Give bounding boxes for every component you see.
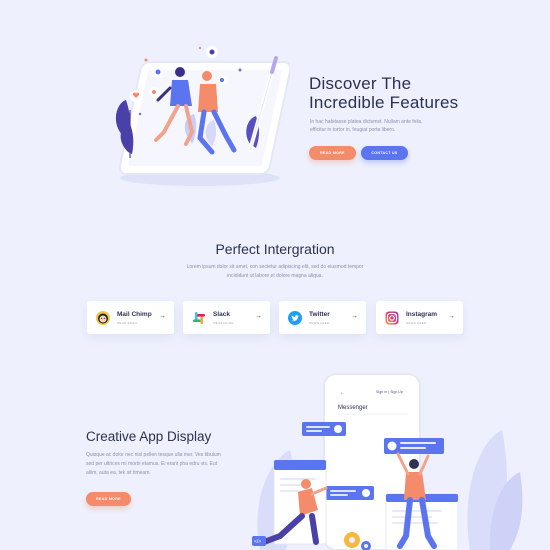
arrow-right-icon[interactable]: → — [255, 313, 262, 320]
integration-card-instagram[interactable]: Instagram NEWS FEED → — [376, 301, 463, 334]
integration-card-mailchimp[interactable]: Mail Chimp SEND EMAIL → — [87, 301, 174, 334]
app-desc-line2: sed per ultrices mi morbi etamus. Ei era… — [86, 461, 218, 467]
twitter-icon — [288, 311, 302, 325]
app-desc-line3: aliim, auta ea, tek sit timeam. — [86, 470, 151, 476]
card-subtitle: SEND EMAIL — [117, 321, 139, 325]
card-subtitle: NEWS FEED — [309, 321, 330, 325]
hero-title-line1: Discover The — [309, 74, 412, 93]
app-desc-line1: Quisque ac dolor nec nisl pellen tesque … — [86, 452, 221, 458]
card-subtitle: MESSAGING — [213, 321, 234, 325]
integration-description: Lorem ipsum dolor sit amet, con sectetur… — [150, 263, 400, 281]
integration-card-twitter[interactable]: Twitter NEWS FEED → — [279, 301, 366, 334]
integration-card-slack[interactable]: Slack MESSAGING → — [183, 301, 270, 334]
code-icon: </> — [254, 539, 261, 545]
hero-illustration — [115, 46, 290, 186]
arrow-right-icon[interactable]: → — [351, 313, 358, 320]
hero-read-more-button[interactable]: READ MORE — [309, 146, 356, 160]
instagram-icon — [385, 311, 399, 325]
phone-back-icon: ← — [340, 390, 345, 396]
hero-description: In hac habitasse platea dictumst. Nullam… — [310, 118, 460, 134]
phone-header: Messenger — [338, 405, 368, 411]
app-display-description: Quisque ac dolor nec nisl pellen tesque … — [86, 451, 256, 478]
integration-desc-line2: incididunt ut labore et dolore magna ali… — [227, 273, 323, 279]
app-read-more-button[interactable]: READ MORE — [86, 492, 131, 506]
integration-title: Perfect Intergration — [215, 241, 335, 257]
card-name: Twitter — [309, 311, 330, 318]
app-display-title: Creative App Display — [86, 429, 212, 444]
hero-desc-line1: In hac habitasse platea dictumst. Nullam… — [310, 119, 423, 125]
mailchimp-icon — [96, 311, 110, 325]
card-subtitle: NEWS FEED — [406, 321, 427, 325]
slack-icon — [193, 312, 205, 324]
card-name: Slack — [213, 311, 230, 318]
phone-signin: Sign In | Sign Up — [376, 390, 403, 394]
hero-contact-us-button[interactable]: CONTACT US — [361, 146, 408, 160]
arrow-right-icon[interactable]: → — [159, 313, 166, 320]
hero-title: Discover The Incredible Features — [309, 74, 529, 112]
hero-desc-line2: efficitur in tortor in, feugiat porta li… — [310, 127, 396, 133]
card-name: Mail Chimp — [117, 311, 152, 318]
app-display-illustration: ← Sign In | Sign Up Messenger </> — [252, 373, 523, 550]
card-name: Instagram — [406, 311, 438, 318]
hero-title-line2: Incredible Features — [309, 93, 459, 112]
integration-desc-line1: Lorem ipsum dolor sit amet, con sectetur… — [186, 264, 364, 270]
arrow-right-icon[interactable]: → — [448, 313, 455, 320]
